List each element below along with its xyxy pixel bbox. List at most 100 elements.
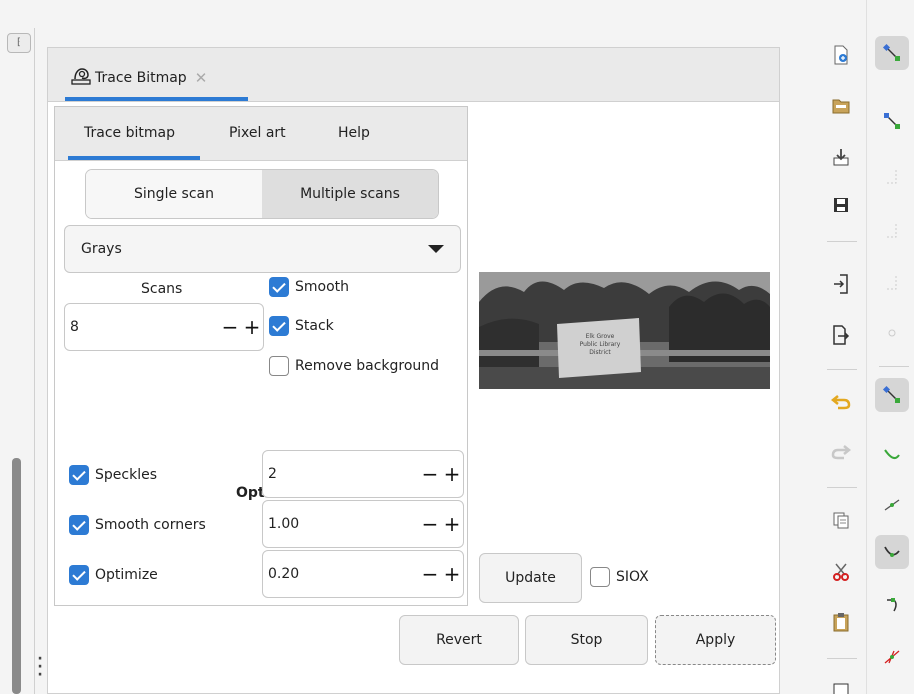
snap-node-alt-icon[interactable] <box>875 104 909 138</box>
subtab-active-indicator <box>68 156 200 160</box>
scans-input[interactable]: 8 <box>65 319 219 335</box>
scan-mode-toggle: Single scan Multiple scans <box>85 169 439 219</box>
sign-line-2: Public Library <box>580 341 621 348</box>
trace-preview-image: Elk Grove Public Library District <box>479 272 770 389</box>
snap-curve-icon[interactable] <box>875 535 909 569</box>
snap-intersection-icon[interactable] <box>875 640 909 674</box>
optimize-checkbox[interactable]: Optimize <box>69 565 158 585</box>
snap-nodes-icon[interactable] <box>875 36 909 70</box>
dock-divider <box>34 28 35 694</box>
snap-line-icon[interactable] <box>875 488 909 522</box>
close-icon[interactable]: ✕ <box>195 69 208 87</box>
optimize-increment-button[interactable]: + <box>441 551 463 597</box>
snap-midpoint-icon[interactable] <box>875 316 909 350</box>
redo-icon[interactable] <box>824 435 858 469</box>
new-document-icon[interactable] <box>824 38 858 72</box>
checkbox-checked <box>69 565 89 585</box>
update-button[interactable]: Update <box>479 553 582 603</box>
open-folder-icon[interactable] <box>824 89 858 123</box>
active-tab-indicator <box>65 97 248 101</box>
smooth-corners-checkbox[interactable]: Smooth corners <box>69 515 206 535</box>
trace-mode-dropdown[interactable]: Grays <box>64 225 461 273</box>
dialog-tab-bar: Trace Bitmap ✕ <box>48 48 779 102</box>
tab-pixel-art[interactable]: Pixel art <box>229 125 286 141</box>
dialog-tab-trace-bitmap[interactable]: Trace Bitmap ✕ <box>65 60 213 96</box>
smooth-corners-label: Smooth corners <box>95 517 206 533</box>
subtab-bar: Trace bitmap Pixel art Help <box>55 107 467 161</box>
checkbox-checked <box>269 316 289 336</box>
trace-settings-panel: Trace bitmap Pixel art Help Single scan … <box>54 106 468 606</box>
speckles-decrement-button[interactable]: − <box>419 451 441 497</box>
stack-checkbox[interactable]: Stack <box>269 316 334 336</box>
optimize-label: Optimize <box>95 567 158 583</box>
import-icon[interactable] <box>824 140 858 174</box>
smooth-corners-input[interactable]: 1.00 <box>263 516 419 532</box>
chevron-down-icon <box>428 245 444 253</box>
toolbar-separator <box>827 487 857 488</box>
trace-mode-value: Grays <box>81 241 122 257</box>
apply-button[interactable]: Apply <box>655 615 776 665</box>
scans-label: Scans <box>141 281 183 297</box>
checkbox-checked <box>269 277 289 297</box>
checkbox-unchecked <box>590 567 610 587</box>
snap-smooth-icon[interactable] <box>875 438 909 472</box>
optimize-decrement-button[interactable]: − <box>419 551 441 597</box>
vertical-scrollbar[interactable] <box>12 458 21 694</box>
scans-increment-button[interactable]: + <box>241 304 263 350</box>
single-scan-button[interactable]: Single scan <box>86 170 262 218</box>
stack-label: Stack <box>295 318 334 334</box>
trace-bitmap-icon <box>71 67 91 89</box>
snap-bezier-icon[interactable] <box>875 378 909 412</box>
toolbar-divider <box>866 0 867 694</box>
speckles-spinbox: 2 − + <box>262 450 464 498</box>
import-into-icon[interactable] <box>824 267 858 301</box>
toolbar-separator <box>827 658 857 659</box>
commands-toolbar <box>821 0 861 694</box>
speckles-label: Speckles <box>95 467 157 483</box>
trace-bitmap-dialog: Trace Bitmap ✕ Trace bitmap Pixel art He… <box>47 47 780 694</box>
speckles-increment-button[interactable]: + <box>441 451 463 497</box>
stop-button[interactable]: Stop <box>525 615 648 665</box>
snap-corner-icon[interactable] <box>875 266 909 300</box>
optimize-input[interactable]: 0.20 <box>263 566 419 582</box>
undo-icon[interactable] <box>824 385 858 419</box>
paste-icon[interactable] <box>824 605 858 639</box>
snap-path-icon[interactable] <box>875 588 909 622</box>
snap-guide-icon[interactable] <box>875 160 909 194</box>
speckles-checkbox[interactable]: Speckles <box>69 465 157 485</box>
toolbar-separator <box>879 366 909 367</box>
remove-background-checkbox[interactable]: Remove background <box>269 356 439 376</box>
drag-handle-icon[interactable]: · · · <box>35 652 45 682</box>
multiple-scans-button[interactable]: Multiple scans <box>262 170 438 218</box>
scans-spinbox: 8 − + <box>64 303 264 351</box>
optimize-spinbox: 0.20 − + <box>262 550 464 598</box>
collapsed-panel-tab[interactable]: ⁅ <box>7 33 31 53</box>
tab-trace-bitmap[interactable]: Trace bitmap <box>84 125 175 141</box>
speckles-input[interactable]: 2 <box>263 466 419 482</box>
cut-icon[interactable] <box>824 555 858 589</box>
snap-guide-alt-icon[interactable] <box>875 214 909 248</box>
smooth-corners-spinbox: 1.00 − + <box>262 500 464 548</box>
left-dock-strip: ⁅ <box>0 0 34 694</box>
siox-label: SIOX <box>616 569 649 585</box>
copy-icon[interactable] <box>824 503 858 537</box>
save-icon[interactable] <box>824 188 858 222</box>
checkbox-checked <box>69 465 89 485</box>
smooth-corners-increment-button[interactable]: + <box>441 501 463 547</box>
siox-checkbox[interactable]: SIOX <box>590 567 649 587</box>
export-icon[interactable] <box>824 318 858 352</box>
checkbox-checked <box>69 515 89 535</box>
scans-decrement-button[interactable]: − <box>219 304 241 350</box>
remove-background-label: Remove background <box>295 358 440 374</box>
smooth-label: Smooth <box>295 279 350 295</box>
smooth-checkbox[interactable]: Smooth <box>269 277 349 297</box>
checkbox-unchecked <box>269 356 289 376</box>
tab-help[interactable]: Help <box>338 125 370 141</box>
sign-line-3: District <box>589 349 611 356</box>
sign-line-1: Elk Grove <box>586 333 615 340</box>
smooth-corners-decrement-button[interactable]: − <box>419 501 441 547</box>
revert-button[interactable]: Revert <box>399 615 519 665</box>
toolbar-separator <box>827 241 857 242</box>
toolbar-separator <box>827 369 857 370</box>
duplicate-icon[interactable] <box>824 674 858 694</box>
